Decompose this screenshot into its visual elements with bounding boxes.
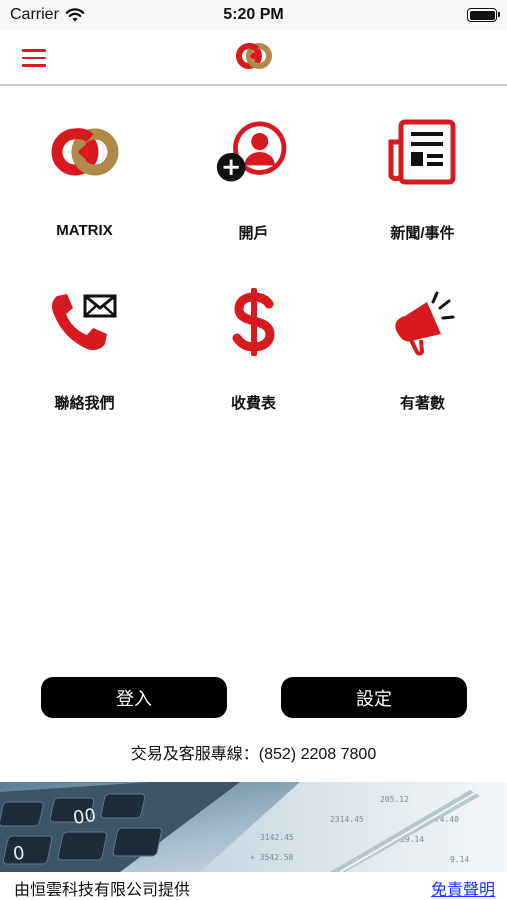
settings-button[interactable]: 設定 [281, 677, 467, 718]
tile-open-account[interactable]: 開戶 [169, 100, 338, 270]
tile-news-events[interactable]: 新聞/事件 [338, 100, 507, 270]
svg-text:00: 00 [72, 805, 98, 829]
disclaimer-link[interactable]: 免責聲明 [431, 876, 495, 900]
phone-mail-icon [51, 294, 116, 351]
megaphone-icon [394, 291, 454, 356]
tile-label: MATRIX [56, 222, 113, 239]
tile-label: 新聞/事件 [390, 225, 455, 242]
matrix-logo-icon [51, 128, 118, 176]
svg-text:3142.45: 3142.45 [260, 833, 294, 842]
tile-label: 收費表 [230, 395, 276, 412]
hamburger-menu-icon[interactable] [22, 44, 56, 72]
feature-grid: MATRIX 開戶 新聞/事件 聯絡我們 收費表 有著數 [0, 100, 507, 440]
svg-text:2314.45: 2314.45 [330, 815, 364, 824]
banner-image: 0 00 3142.45 + 3542.58 2314.45 205.12 59… [0, 782, 507, 872]
dollar-icon [232, 288, 275, 356]
svg-text:9.14: 9.14 [450, 855, 469, 864]
action-buttons: 登入 設定 [0, 677, 507, 718]
brand-logo-icon [236, 43, 272, 69]
status-bar: Carrier 5:20 PM [0, 0, 507, 30]
provider-text: 由恒雲科技有限公司提供 [14, 882, 191, 899]
tile-label: 聯絡我們 [54, 395, 115, 412]
newspaper-icon [388, 119, 455, 185]
tile-promotions[interactable]: 有著數 [338, 270, 507, 440]
tile-contact-us[interactable]: 聯絡我們 [0, 270, 169, 440]
svg-text:205.12: 205.12 [380, 795, 409, 804]
tile-label: 有著數 [399, 395, 445, 412]
battery-icon [467, 8, 500, 22]
login-button[interactable]: 登入 [41, 677, 227, 718]
tile-fee-schedule[interactable]: 收費表 [169, 270, 338, 440]
tile-label: 開戶 [238, 225, 269, 242]
calculator-documents-image: 0 00 3142.45 + 3542.58 2314.45 205.12 59… [0, 782, 507, 872]
hotline-text: 交易及客服專線：(852) 2208 7800 [130, 746, 377, 763]
clock: 5:20 PM [223, 6, 284, 23]
svg-text:+ 3542.58: + 3542.58 [250, 853, 294, 862]
add-user-icon [216, 121, 286, 182]
tile-matrix[interactable]: MATRIX [0, 100, 169, 270]
footer: 由恒雲科技有限公司提供 免責聲明 [0, 872, 507, 900]
navigation-bar [0, 30, 507, 86]
